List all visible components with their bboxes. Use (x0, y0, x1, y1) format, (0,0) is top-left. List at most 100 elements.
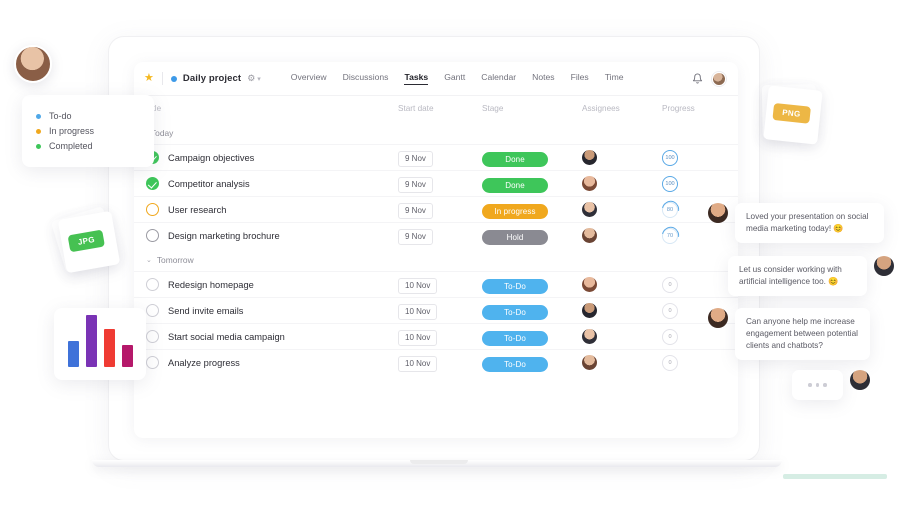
start-date-chip[interactable]: 9 Nov (398, 229, 433, 245)
avatar[interactable] (582, 228, 597, 243)
task-name: Analyze progress (168, 358, 240, 368)
start-date-chip[interactable]: 9 Nov (398, 151, 433, 167)
avatar[interactable] (850, 370, 870, 390)
table-row[interactable]: Analyze progress 10 Nov To-Do 0 (134, 349, 738, 375)
tab-tasks[interactable]: Tasks (404, 72, 428, 85)
typing-dot (808, 383, 812, 387)
avatar[interactable] (874, 256, 894, 276)
typing-dots (792, 370, 843, 400)
tab-overview[interactable]: Overview (291, 72, 327, 85)
avatar[interactable] (708, 308, 728, 328)
start-date-chip[interactable]: 9 Nov (398, 177, 433, 193)
table-row[interactable]: Competitor analysis 9 Nov Done 100 (134, 170, 738, 196)
task-status-checkbox[interactable] (146, 177, 159, 190)
tab-time[interactable]: Time (605, 72, 624, 85)
tab-files[interactable]: Files (571, 72, 589, 85)
app-tabs: Overview Discussions Tasks Gantt Calenda… (291, 72, 624, 85)
start-date-chip[interactable]: 10 Nov (398, 356, 437, 372)
progress-ring: 100 (662, 150, 678, 166)
avatar[interactable] (582, 329, 597, 344)
chevron-down-icon[interactable]: ▾ (257, 75, 261, 83)
status-badge[interactable]: To-Do (482, 279, 548, 294)
avatar[interactable] (14, 45, 52, 83)
task-date-cell: 10 Nov (390, 353, 476, 372)
task-assignees-cell (576, 176, 658, 191)
task-assignees-cell (576, 355, 658, 370)
bell-icon[interactable] (692, 73, 703, 84)
typing-dot (823, 383, 827, 387)
favorite-star-icon[interactable]: ★ (144, 73, 154, 84)
tab-calendar[interactable]: Calendar (481, 72, 516, 85)
avatar[interactable] (582, 150, 597, 165)
table-row[interactable]: Design marketing brochure 9 Nov Hold 70 (134, 222, 738, 248)
avatar[interactable] (708, 203, 728, 223)
task-name: Design marketing brochure (168, 231, 280, 241)
typing-dot (816, 383, 820, 387)
task-stage-cell: To-Do (476, 276, 576, 294)
progress-ring: 70 (662, 228, 678, 244)
avatar[interactable] (582, 202, 597, 217)
avatar[interactable] (712, 72, 726, 86)
task-date-cell: 10 Nov (390, 301, 476, 320)
chat-message-text: Let us consider working with artificial … (728, 256, 867, 296)
group-header-tomorrow[interactable]: ⌄ Tomorrow (134, 248, 738, 271)
start-date-chip[interactable]: 9 Nov (398, 203, 433, 219)
status-badge[interactable]: To-Do (482, 357, 548, 372)
task-status-checkbox[interactable] (146, 304, 159, 317)
status-badge[interactable]: To-Do (482, 331, 548, 346)
column-header-progress: Progress (658, 104, 738, 113)
table-row[interactable]: Redesign homepage 10 Nov To-Do 0 (134, 271, 738, 297)
status-badge[interactable]: Done (482, 152, 548, 167)
gear-icon[interactable]: ⚙ (247, 74, 255, 83)
screenshot-root: ★ Daily project ⚙ ▾ Overview Discussions… (0, 0, 900, 515)
avatar[interactable] (582, 355, 597, 370)
task-status-checkbox[interactable] (146, 278, 159, 291)
status-badge[interactable]: Hold (482, 230, 548, 245)
avatar[interactable] (582, 176, 597, 191)
file-badge-png[interactable]: PNG (763, 85, 822, 144)
task-status-checkbox[interactable] (146, 330, 159, 343)
avatar[interactable] (582, 303, 597, 318)
start-date-chip[interactable]: 10 Nov (398, 330, 437, 346)
task-name: User research (168, 205, 226, 215)
column-header-stage: Stage (476, 104, 576, 113)
column-header-title: Title (146, 104, 390, 113)
task-progress-cell: 0 (658, 277, 738, 293)
task-status-checkbox[interactable] (146, 203, 159, 216)
tab-discussions[interactable]: Discussions (343, 72, 389, 85)
chat-typing-indicator (792, 370, 896, 400)
task-title-cell: User research (146, 203, 390, 216)
chat-message-text: Can anyone help me increase engagement b… (735, 308, 870, 360)
column-header-assignees: Assignees (576, 104, 658, 113)
start-date-chip[interactable]: 10 Nov (398, 278, 437, 294)
tab-gantt[interactable]: Gantt (444, 72, 465, 85)
table-row[interactable]: Campaign objectives 9 Nov Done 100 (134, 144, 738, 170)
task-stage-cell: Done (476, 175, 576, 193)
table-row[interactable]: Start social media campaign 10 Nov To-Do… (134, 323, 738, 349)
progress-ring: 100 (662, 176, 678, 192)
chart-bar (68, 341, 79, 367)
task-status-checkbox[interactable] (146, 229, 159, 242)
task-assignees-cell (576, 329, 658, 344)
header-actions (692, 72, 726, 86)
legend-label: In progress (49, 126, 94, 136)
task-status-checkbox[interactable] (146, 356, 159, 369)
task-assignees-cell (576, 150, 658, 165)
task-assignees-cell (576, 303, 658, 318)
status-badge[interactable]: To-Do (482, 305, 548, 320)
task-assignees-cell (576, 202, 658, 217)
group-header-today[interactable]: Today (134, 121, 738, 144)
avatar[interactable] (582, 277, 597, 292)
table-row[interactable]: Send invite emails 10 Nov To-Do 0 (134, 297, 738, 323)
task-title-cell: Competitor analysis (146, 177, 390, 190)
tab-notes[interactable]: Notes (532, 72, 554, 85)
task-date-cell: 9 Nov (390, 226, 476, 245)
start-date-chip[interactable]: 10 Nov (398, 304, 437, 320)
task-title-cell: Send invite emails (146, 304, 390, 317)
status-badge[interactable]: In progress (482, 204, 548, 219)
file-badge-jpg[interactable]: JPG (58, 211, 121, 274)
task-progress-cell: 100 (658, 150, 738, 166)
status-badge[interactable]: Done (482, 178, 548, 193)
table-row[interactable]: User research 9 Nov In progress 80 (134, 196, 738, 222)
task-stage-cell: Hold (476, 227, 576, 245)
